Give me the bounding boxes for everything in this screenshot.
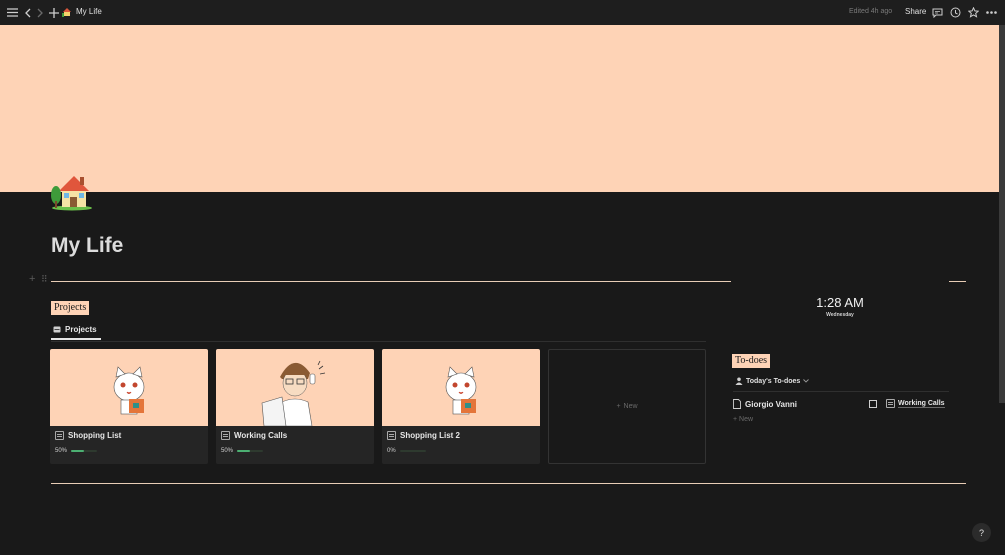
drag-handle-icon[interactable]: ⠿ [41, 274, 48, 285]
todo-item-title: Giorgio Vanni [745, 399, 798, 409]
clock-weekday: Wednesday [826, 312, 854, 318]
todo-item[interactable]: Giorgio Vanni [733, 399, 797, 409]
card-cover [50, 349, 208, 426]
progress-label: 50% [55, 448, 68, 454]
divider [51, 483, 966, 484]
house-icon[interactable] [50, 171, 94, 211]
back-icon[interactable] [21, 6, 34, 19]
person-icon [735, 377, 743, 385]
star-icon[interactable] [967, 6, 980, 19]
tab-label: Projects [65, 324, 97, 334]
project-card[interactable]: Shopping List 50% [50, 349, 208, 464]
todo-view-selector[interactable]: Today's To-does [735, 377, 810, 385]
project-card[interactable]: Shopping List 2 0% [382, 349, 540, 464]
card-cover [216, 349, 374, 427]
todo-view-label: Today's To-does [746, 377, 801, 385]
todo-relation-label: Working Calls [898, 399, 945, 408]
todo-view-underline [733, 391, 949, 392]
help-button[interactable]: ? [972, 523, 991, 542]
progress-bar [71, 450, 98, 452]
cat-illustration [445, 366, 477, 415]
progress-bar [399, 450, 426, 452]
page-title[interactable]: My Life [51, 234, 123, 258]
more-icon[interactable] [985, 6, 998, 19]
forward-icon[interactable] [34, 6, 47, 19]
page-cover[interactable] [0, 25, 1000, 192]
todo-relation[interactable]: Working Calls [886, 399, 945, 408]
clock-icon[interactable] [949, 6, 962, 19]
progress-label: 0% [387, 448, 396, 454]
progress-bar [237, 450, 264, 452]
chevron-down-icon [803, 379, 810, 383]
plus-icon: + [616, 403, 621, 410]
divider [51, 281, 731, 282]
comment-icon[interactable] [931, 6, 944, 19]
divider [949, 281, 966, 282]
new-label: New [623, 403, 638, 410]
gallery-icon [53, 326, 61, 332]
top-bar: My Life Edited 4h ago Share [0, 0, 1005, 25]
edited-timestamp: Edited 4h ago [849, 8, 893, 15]
plus-icon[interactable] [47, 6, 60, 19]
card-cover [382, 349, 540, 426]
scrollbar[interactable] [999, 25, 1005, 403]
menu-icon[interactable] [6, 6, 19, 19]
tab-projects[interactable]: Projects [51, 323, 101, 340]
person-on-phone-illustration [261, 360, 326, 427]
new-todo-button[interactable]: + New [733, 416, 753, 423]
project-card[interactable]: Working Calls 50% [216, 349, 374, 464]
card-title: Shopping List 2 [387, 431, 460, 440]
todo-checkbox[interactable] [869, 400, 877, 408]
progress: 0% [387, 448, 426, 454]
cat-illustration [113, 366, 145, 415]
house-icon [62, 8, 71, 17]
todoes-heading: To-does [732, 354, 771, 368]
checklist-icon [387, 431, 396, 440]
page-icon [733, 399, 741, 409]
card-title: Shopping List [55, 431, 121, 440]
projects-heading: Projects [51, 301, 90, 315]
clock-time: 1:28 AM [816, 295, 864, 310]
progress-label: 50% [221, 448, 234, 454]
share-button[interactable]: Share [905, 7, 926, 16]
progress: 50% [221, 448, 264, 454]
tab-underline [51, 341, 706, 342]
progress: 50% [55, 448, 98, 454]
checklist-icon [221, 431, 230, 440]
add-block-icon[interactable]: + [29, 273, 35, 285]
checklist-icon [886, 399, 895, 408]
new-card-button[interactable]: + New [548, 349, 706, 464]
breadcrumb-page-title[interactable]: My Life [76, 7, 102, 16]
card-title: Working Calls [221, 431, 287, 440]
checklist-icon [55, 431, 64, 440]
